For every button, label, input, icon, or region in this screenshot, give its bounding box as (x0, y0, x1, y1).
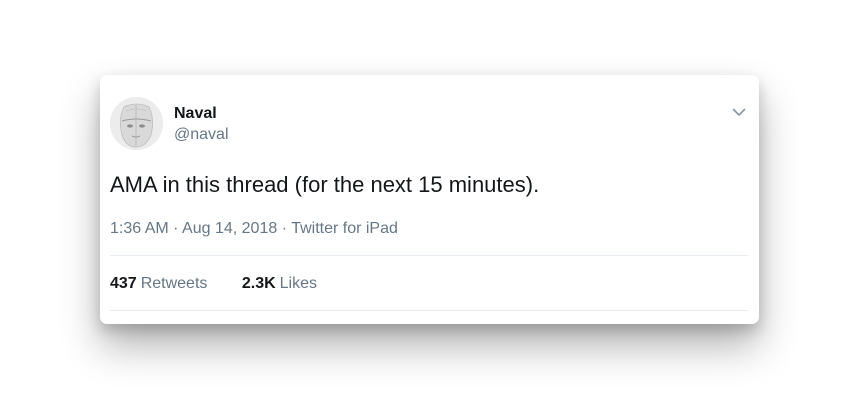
avatar-image (110, 97, 163, 150)
tweet-source[interactable]: Twitter for iPad (291, 220, 398, 237)
retweets-label: Retweets (140, 275, 208, 292)
tweet-date[interactable]: Aug 14, 2018 (182, 220, 277, 237)
tweet-metadata: 1:36 AM · Aug 14, 2018 · Twitter for iPa… (110, 219, 398, 239)
tweet-stats: 437 Retweets 2.3K Likes (110, 274, 317, 294)
divider (110, 310, 748, 311)
tweet-card: Naval @naval AMA in this thread (for the… (100, 75, 759, 324)
retweets-count: 437 (110, 275, 137, 292)
retweets-stat[interactable]: 437 Retweets (110, 274, 207, 294)
tweet-time[interactable]: 1:36 AM (110, 220, 169, 237)
tweet-text: AMA in this thread (for the next 15 minu… (110, 172, 540, 197)
meta-separator: · (281, 220, 288, 237)
stage: Naval @naval AMA in this thread (for the… (0, 0, 859, 400)
avatar[interactable] (110, 97, 163, 150)
author-name[interactable]: Naval (174, 105, 217, 123)
chevron-down-icon[interactable] (730, 103, 748, 121)
likes-stat[interactable]: 2.3K Likes (242, 274, 317, 294)
likes-count: 2.3K (241, 275, 276, 292)
likes-label: Likes (279, 275, 318, 292)
meta-separator: · (173, 220, 179, 237)
divider (110, 255, 748, 256)
author-handle[interactable]: @naval (174, 126, 229, 144)
